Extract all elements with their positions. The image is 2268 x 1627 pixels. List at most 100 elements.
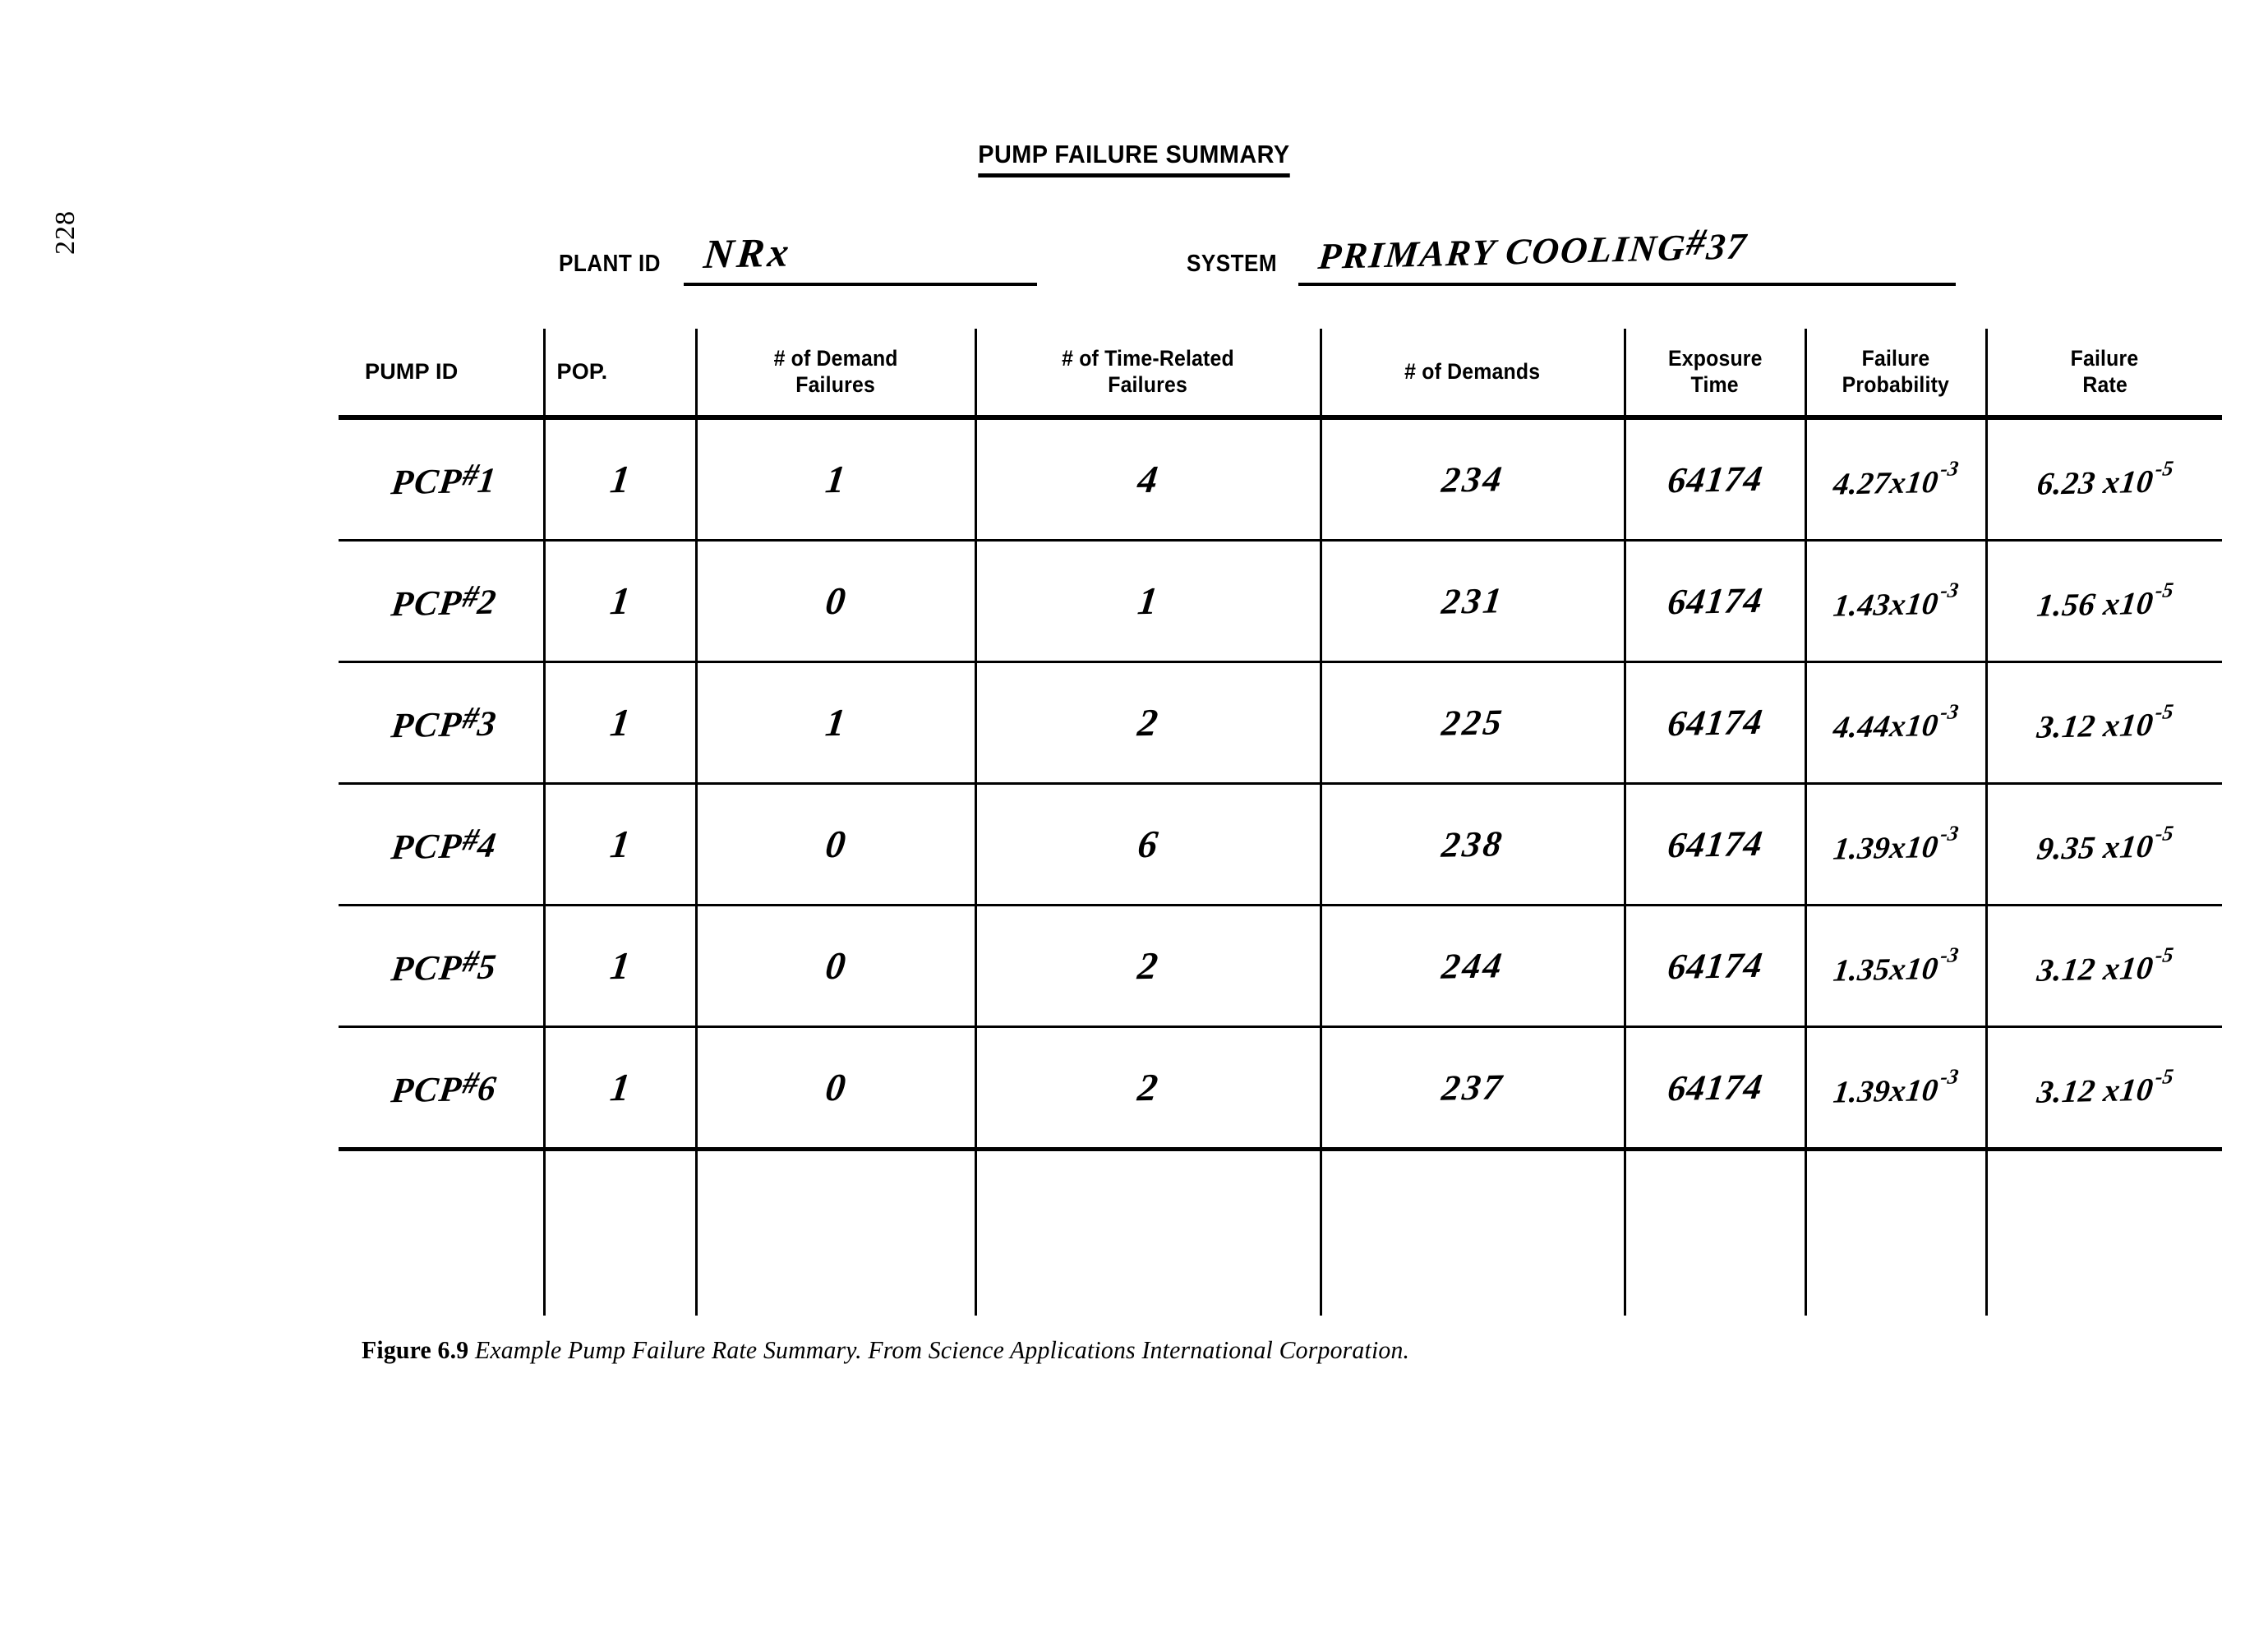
cell-exposure-time[interactable]: 64174 [1623, 783, 1805, 906]
cell-demands[interactable]: 231 [1319, 540, 1625, 663]
cell-blank[interactable] [339, 1150, 544, 1316]
cell-demands[interactable]: 244 [1319, 905, 1625, 1028]
column-header-demands-line1: # of Demands [1404, 358, 1541, 384]
time-related-failures-value: 6 [1136, 823, 1160, 866]
column-header-demands: # of Demands [1319, 329, 1625, 420]
cell-pump-id[interactable]: PCP#1 [339, 417, 544, 542]
form-title-text: PUMP FAILURE SUMMARY [978, 140, 1290, 177]
cell-failure-probability[interactable]: 1.43x10-3 [1804, 540, 1986, 663]
table-row: PCP#6 1 0 2 237 64174 1.39x10-3 3.12 x10-5 [339, 1026, 2222, 1151]
cell-demand-failures[interactable]: 1 [694, 661, 975, 785]
cell-pop[interactable]: 1 [542, 540, 696, 663]
demand-failures-value: 1 [823, 458, 848, 501]
table-row: PCP#1 1 1 4 234 64174 4.27x10-3 6.23 x10-5 [339, 417, 2222, 542]
figure-caption-text: Example Pump Failure Rate Summary. From … [474, 1335, 1410, 1364]
failure-probability-value: 1.43x10-3 [1831, 578, 1961, 624]
cell-pump-id[interactable]: PCP#3 [339, 661, 544, 785]
cell-time-related-failures[interactable]: 2 [974, 905, 1321, 1028]
cell-time-related-failures[interactable]: 6 [974, 783, 1321, 906]
cell-demands[interactable]: 225 [1319, 661, 1625, 785]
cell-exposure-time[interactable]: 64174 [1623, 1026, 1805, 1151]
cell-time-related-failures[interactable]: 1 [974, 540, 1321, 663]
cell-pop[interactable]: 1 [542, 661, 696, 785]
demands-value: 244 [1439, 945, 1506, 987]
cell-time-related-failures[interactable]: 2 [974, 661, 1321, 785]
cell-blank[interactable] [542, 1149, 696, 1316]
demand-failures-value: 0 [823, 579, 848, 623]
cell-failure-rate[interactable]: 3.12 x10-5 [1984, 1026, 2222, 1151]
cell-failure-probability[interactable]: 1.39x10-3 [1804, 783, 1986, 906]
table-body: PCP#1 1 1 4 234 64174 4.27x10-3 6.23 x10-5 PCP#2… [339, 417, 2222, 1316]
failure-rate-value: 1.56 x10-5 [2035, 578, 2175, 624]
cell-exposure-time[interactable]: 64174 [1623, 661, 1805, 785]
cell-demand-failures[interactable]: 0 [694, 540, 975, 663]
cell-demands[interactable]: 234 [1319, 417, 1625, 542]
cell-demands[interactable]: 238 [1319, 783, 1625, 906]
cell-pump-id[interactable]: PCP#5 [339, 905, 544, 1028]
cell-failure-rate[interactable]: 3.12 x10-5 [1984, 661, 2222, 785]
system-label: SYSTEM [1186, 251, 1277, 277]
column-header-exposure-time: Exposure Time [1623, 329, 1805, 420]
demands-value: 225 [1439, 702, 1506, 744]
demand-failures-value: 0 [823, 823, 848, 866]
time-related-failures-value: 2 [1136, 1066, 1160, 1109]
column-header-pump-id: PUMP ID [339, 329, 544, 420]
pop-value: 1 [607, 579, 633, 623]
table-row: PCP#5 1 0 2 244 64174 1.35x10-3 3.12 x10-5 [339, 905, 2222, 1028]
column-header-fail-prob-line1: Failure [1861, 346, 1930, 371]
cell-pop[interactable]: 1 [542, 905, 696, 1028]
cell-blank[interactable] [1623, 1149, 1805, 1316]
plant-id-input[interactable]: NRx [683, 228, 1037, 286]
pop-value: 1 [607, 458, 633, 501]
table-row: PCP#2 1 0 1 231 64174 1.43x10-3 1.56 x10-5 [339, 540, 2222, 663]
system-value-text: PRIMARY COOLING [1316, 227, 1689, 278]
pop-value: 1 [607, 823, 633, 866]
cell-failure-probability[interactable]: 4.44x10-3 [1804, 661, 1986, 785]
system-input[interactable]: PRIMARY COOLING#37 [1298, 221, 1956, 286]
demand-failures-value: 0 [823, 944, 848, 988]
cell-demand-failures[interactable]: 1 [694, 417, 975, 542]
cell-failure-probability[interactable]: 1.39x10-3 [1804, 1026, 1986, 1151]
cell-pump-id[interactable]: PCP#4 [339, 783, 544, 906]
cell-blank[interactable] [694, 1149, 975, 1316]
cell-exposure-time[interactable]: 64174 [1623, 540, 1805, 663]
cell-failure-rate[interactable]: 1.56 x10-5 [1984, 540, 2222, 663]
cell-pump-id[interactable]: PCP#6 [339, 1026, 544, 1151]
failure-probability-value: 1.39x10-3 [1831, 1064, 1961, 1110]
column-header-time-related-line2: Failures [1108, 371, 1188, 397]
pump-id-value: PCP#3 [390, 700, 500, 745]
cell-blank[interactable] [974, 1149, 1321, 1316]
cell-blank[interactable] [1804, 1149, 1986, 1316]
cell-pump-id[interactable]: PCP#2 [339, 540, 544, 663]
cell-failure-rate[interactable]: 3.12 x10-5 [1984, 905, 2222, 1028]
cell-failure-rate[interactable]: 6.23 x10-5 [1984, 417, 2222, 542]
failure-rate-value: 9.35 x10-5 [2035, 821, 2175, 867]
demands-value: 237 [1439, 1067, 1506, 1108]
cell-pop[interactable]: 1 [542, 417, 696, 542]
cell-pop[interactable]: 1 [542, 783, 696, 906]
cell-pop[interactable]: 1 [542, 1026, 696, 1151]
cell-time-related-failures[interactable]: 4 [974, 417, 1321, 542]
pop-value: 1 [607, 944, 633, 988]
form-title: PUMP FAILURE SUMMARY [0, 140, 2268, 177]
time-related-failures-value: 2 [1136, 944, 1160, 988]
cell-demands[interactable]: 237 [1319, 1026, 1625, 1151]
cell-failure-rate[interactable]: 9.35 x10-5 [1984, 783, 2222, 906]
cell-demand-failures[interactable]: 0 [694, 905, 975, 1028]
cell-blank[interactable] [1984, 1149, 2222, 1316]
cell-demand-failures[interactable]: 0 [694, 1026, 975, 1151]
system-field: SYSTEM PRIMARY COOLING#37 [1186, 221, 1956, 286]
column-header-demand-failures: # of Demand Failures [694, 329, 975, 420]
cell-demand-failures[interactable]: 0 [694, 783, 975, 906]
cell-failure-probability[interactable]: 1.35x10-3 [1804, 905, 1986, 1028]
exposure-time-value: 64174 [1665, 944, 1765, 988]
failure-rate-value: 3.12 x10-5 [2035, 1064, 2175, 1110]
cell-failure-probability[interactable]: 4.27x10-3 [1804, 417, 1986, 542]
failure-probability-value: 1.39x10-3 [1831, 821, 1961, 867]
failure-probability-value: 4.27x10-3 [1831, 456, 1961, 502]
cell-time-related-failures[interactable]: 2 [974, 1026, 1321, 1151]
column-header-demand-failures-line2: Failures [795, 371, 876, 397]
cell-exposure-time[interactable]: 64174 [1623, 417, 1805, 542]
cell-blank[interactable] [1319, 1149, 1625, 1316]
cell-exposure-time[interactable]: 64174 [1623, 905, 1805, 1028]
